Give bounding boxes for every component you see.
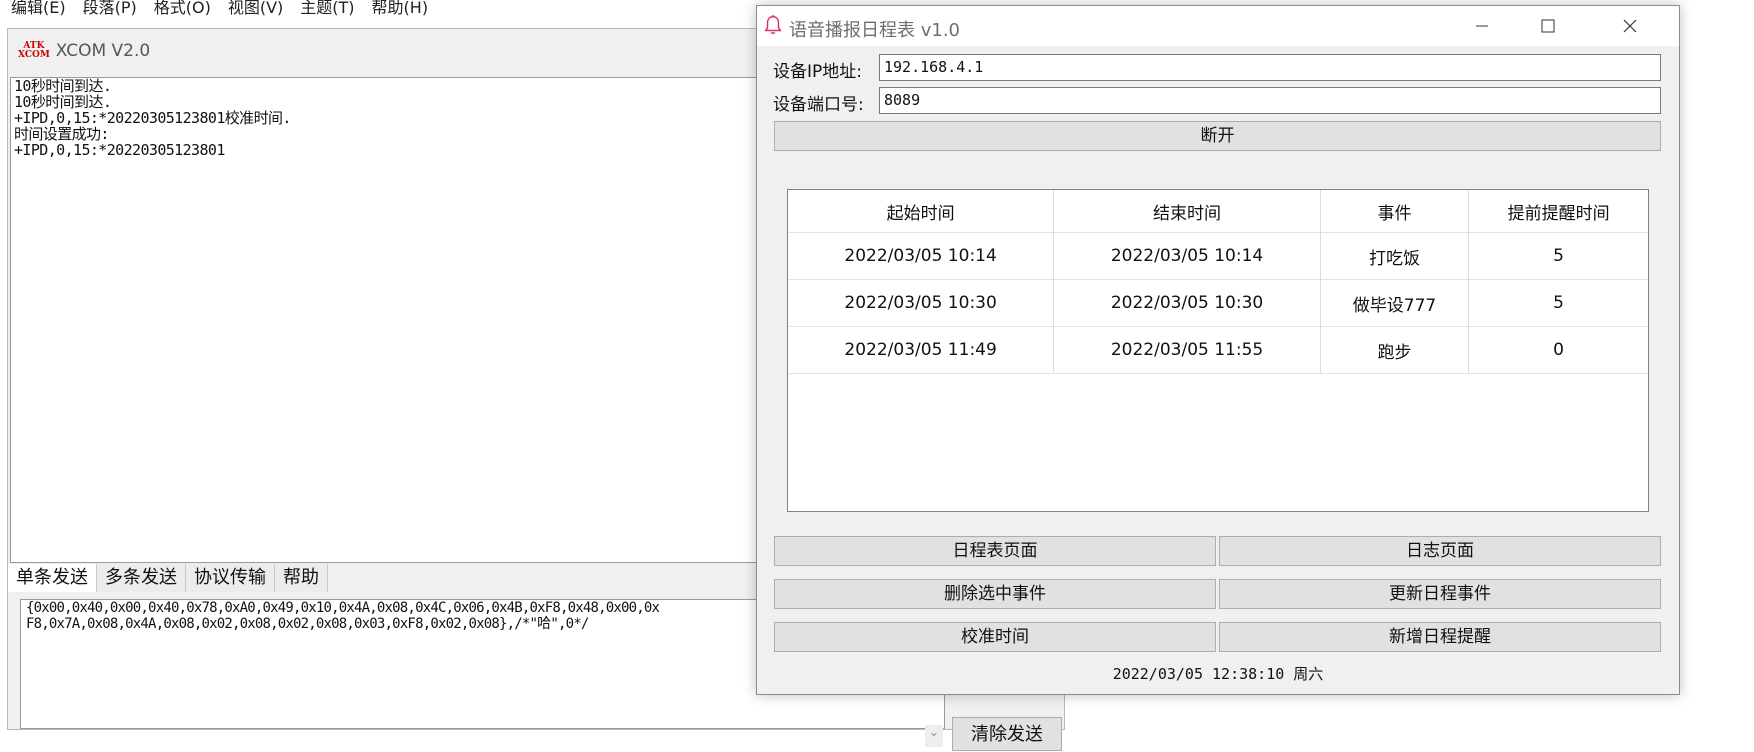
- header-event[interactable]: 事件: [1320, 190, 1470, 233]
- receive-line: +IPD,0,15:*20220305123801校准时间.: [14, 109, 291, 127]
- clear-send-button[interactable]: 清除发送: [952, 717, 1062, 751]
- receive-line: 10秒时间到达.: [14, 77, 112, 95]
- cell-event: 做毕设777: [1320, 279, 1470, 327]
- update-event-button[interactable]: 更新日程事件: [1219, 579, 1661, 609]
- send-tabs: 单条发送 多条发送 协议传输 帮助: [8, 564, 328, 592]
- maximize-icon: [1541, 19, 1555, 33]
- bell-icon: [764, 14, 782, 34]
- cell-event: 打吃饭: [1320, 232, 1470, 280]
- menu-help[interactable]: 帮助(H): [372, 0, 429, 18]
- tab-single-send[interactable]: 单条发送: [8, 564, 97, 592]
- cell-reminder: 5: [1468, 279, 1648, 327]
- header-start-time[interactable]: 起始时间: [788, 190, 1055, 233]
- table-row[interactable]: 2022/03/05 10:30 2022/03/05 10:30 做毕设777…: [788, 279, 1648, 327]
- xcom-title: XCOM V2.0: [55, 41, 151, 61]
- port-label: 设备端口号:: [773, 95, 864, 115]
- xcom-titlebar: ATK XCOM XCOM V2.0: [18, 39, 150, 63]
- receive-line: 10秒时间到达.: [14, 93, 112, 111]
- port-input[interactable]: 8089: [879, 87, 1661, 114]
- cell-start-time: 2022/03/05 10:30: [788, 279, 1055, 327]
- calibrate-time-button[interactable]: 校准时间: [774, 622, 1216, 652]
- minimize-icon: [1476, 25, 1488, 27]
- cell-reminder: 0: [1468, 326, 1648, 374]
- status-time: 2022/03/05 12:38:10 周六: [1112, 665, 1324, 683]
- xcom-logo: ATK XCOM: [18, 41, 50, 60]
- cell-end-time: 2022/03/05 10:14: [1053, 232, 1321, 280]
- table-header-row: 起始时间 结束时间 事件 提前提醒时间: [788, 190, 1648, 233]
- tab-multi-send[interactable]: 多条发送: [97, 564, 186, 592]
- cell-event: 跑步: [1320, 326, 1470, 374]
- tab-help[interactable]: 帮助: [275, 564, 328, 592]
- scheduler-title: 语音播报日程表 v1.0: [789, 20, 960, 41]
- scheduler-titlebar: 语音播报日程表 v1.0: [757, 6, 1679, 46]
- cell-start-time: 2022/03/05 10:14: [788, 232, 1055, 280]
- close-icon: [1623, 19, 1637, 33]
- menu-edit[interactable]: 编辑(E): [11, 0, 66, 18]
- add-reminder-button[interactable]: 新增日程提醒: [1219, 622, 1661, 652]
- menu-paragraph[interactable]: 段落(P): [83, 0, 137, 18]
- delete-selected-button[interactable]: 删除选中事件: [774, 579, 1216, 609]
- menu-format[interactable]: 格式(O): [154, 0, 211, 18]
- maximize-button[interactable]: [1515, 6, 1581, 46]
- receive-area[interactable]: 10秒时间到达. 10秒时间到达. +IPD,0,15:*20220305123…: [10, 77, 780, 563]
- receive-line: 时间设置成功:: [14, 125, 109, 143]
- tab-protocol[interactable]: 协议传输: [186, 564, 275, 592]
- header-end-time[interactable]: 结束时间: [1053, 190, 1321, 233]
- cell-start-time: 2022/03/05 11:49: [788, 326, 1055, 374]
- scroll-down-icon[interactable]: ⌄: [925, 725, 943, 747]
- cell-end-time: 2022/03/05 10:30: [1053, 279, 1321, 327]
- log-page-button[interactable]: 日志页面: [1219, 536, 1661, 566]
- close-button[interactable]: [1581, 6, 1679, 46]
- cell-end-time: 2022/03/05 11:55: [1053, 326, 1321, 374]
- schedule-table: 起始时间 结束时间 事件 提前提醒时间 2022/03/05 10:14 202…: [787, 189, 1649, 512]
- ip-input[interactable]: 192.168.4.1: [879, 54, 1661, 81]
- minimize-button[interactable]: [1449, 6, 1515, 46]
- disconnect-button[interactable]: 断开: [774, 121, 1661, 151]
- background-menubar: 编辑(E) 段落(P) 格式(O) 视图(V) 主题(T) 帮助(H): [0, 0, 434, 18]
- cell-reminder: 5: [1468, 232, 1648, 280]
- receive-line: +IPD,0,15:*20220305123801: [14, 141, 225, 159]
- table-row[interactable]: 2022/03/05 10:14 2022/03/05 10:14 打吃饭 5: [788, 232, 1648, 280]
- header-reminder[interactable]: 提前提醒时间: [1469, 190, 1648, 233]
- menu-theme[interactable]: 主题(T): [300, 0, 354, 18]
- table-row[interactable]: 2022/03/05 11:49 2022/03/05 11:55 跑步 0: [788, 326, 1648, 374]
- menu-view[interactable]: 视图(V): [228, 0, 283, 18]
- schedule-page-button[interactable]: 日程表页面: [774, 536, 1216, 566]
- ip-label: 设备IP地址:: [773, 62, 862, 82]
- scheduler-window: 语音播报日程表 v1.0 设备IP地址: 192.168.4.1 设备端口号: …: [756, 5, 1680, 695]
